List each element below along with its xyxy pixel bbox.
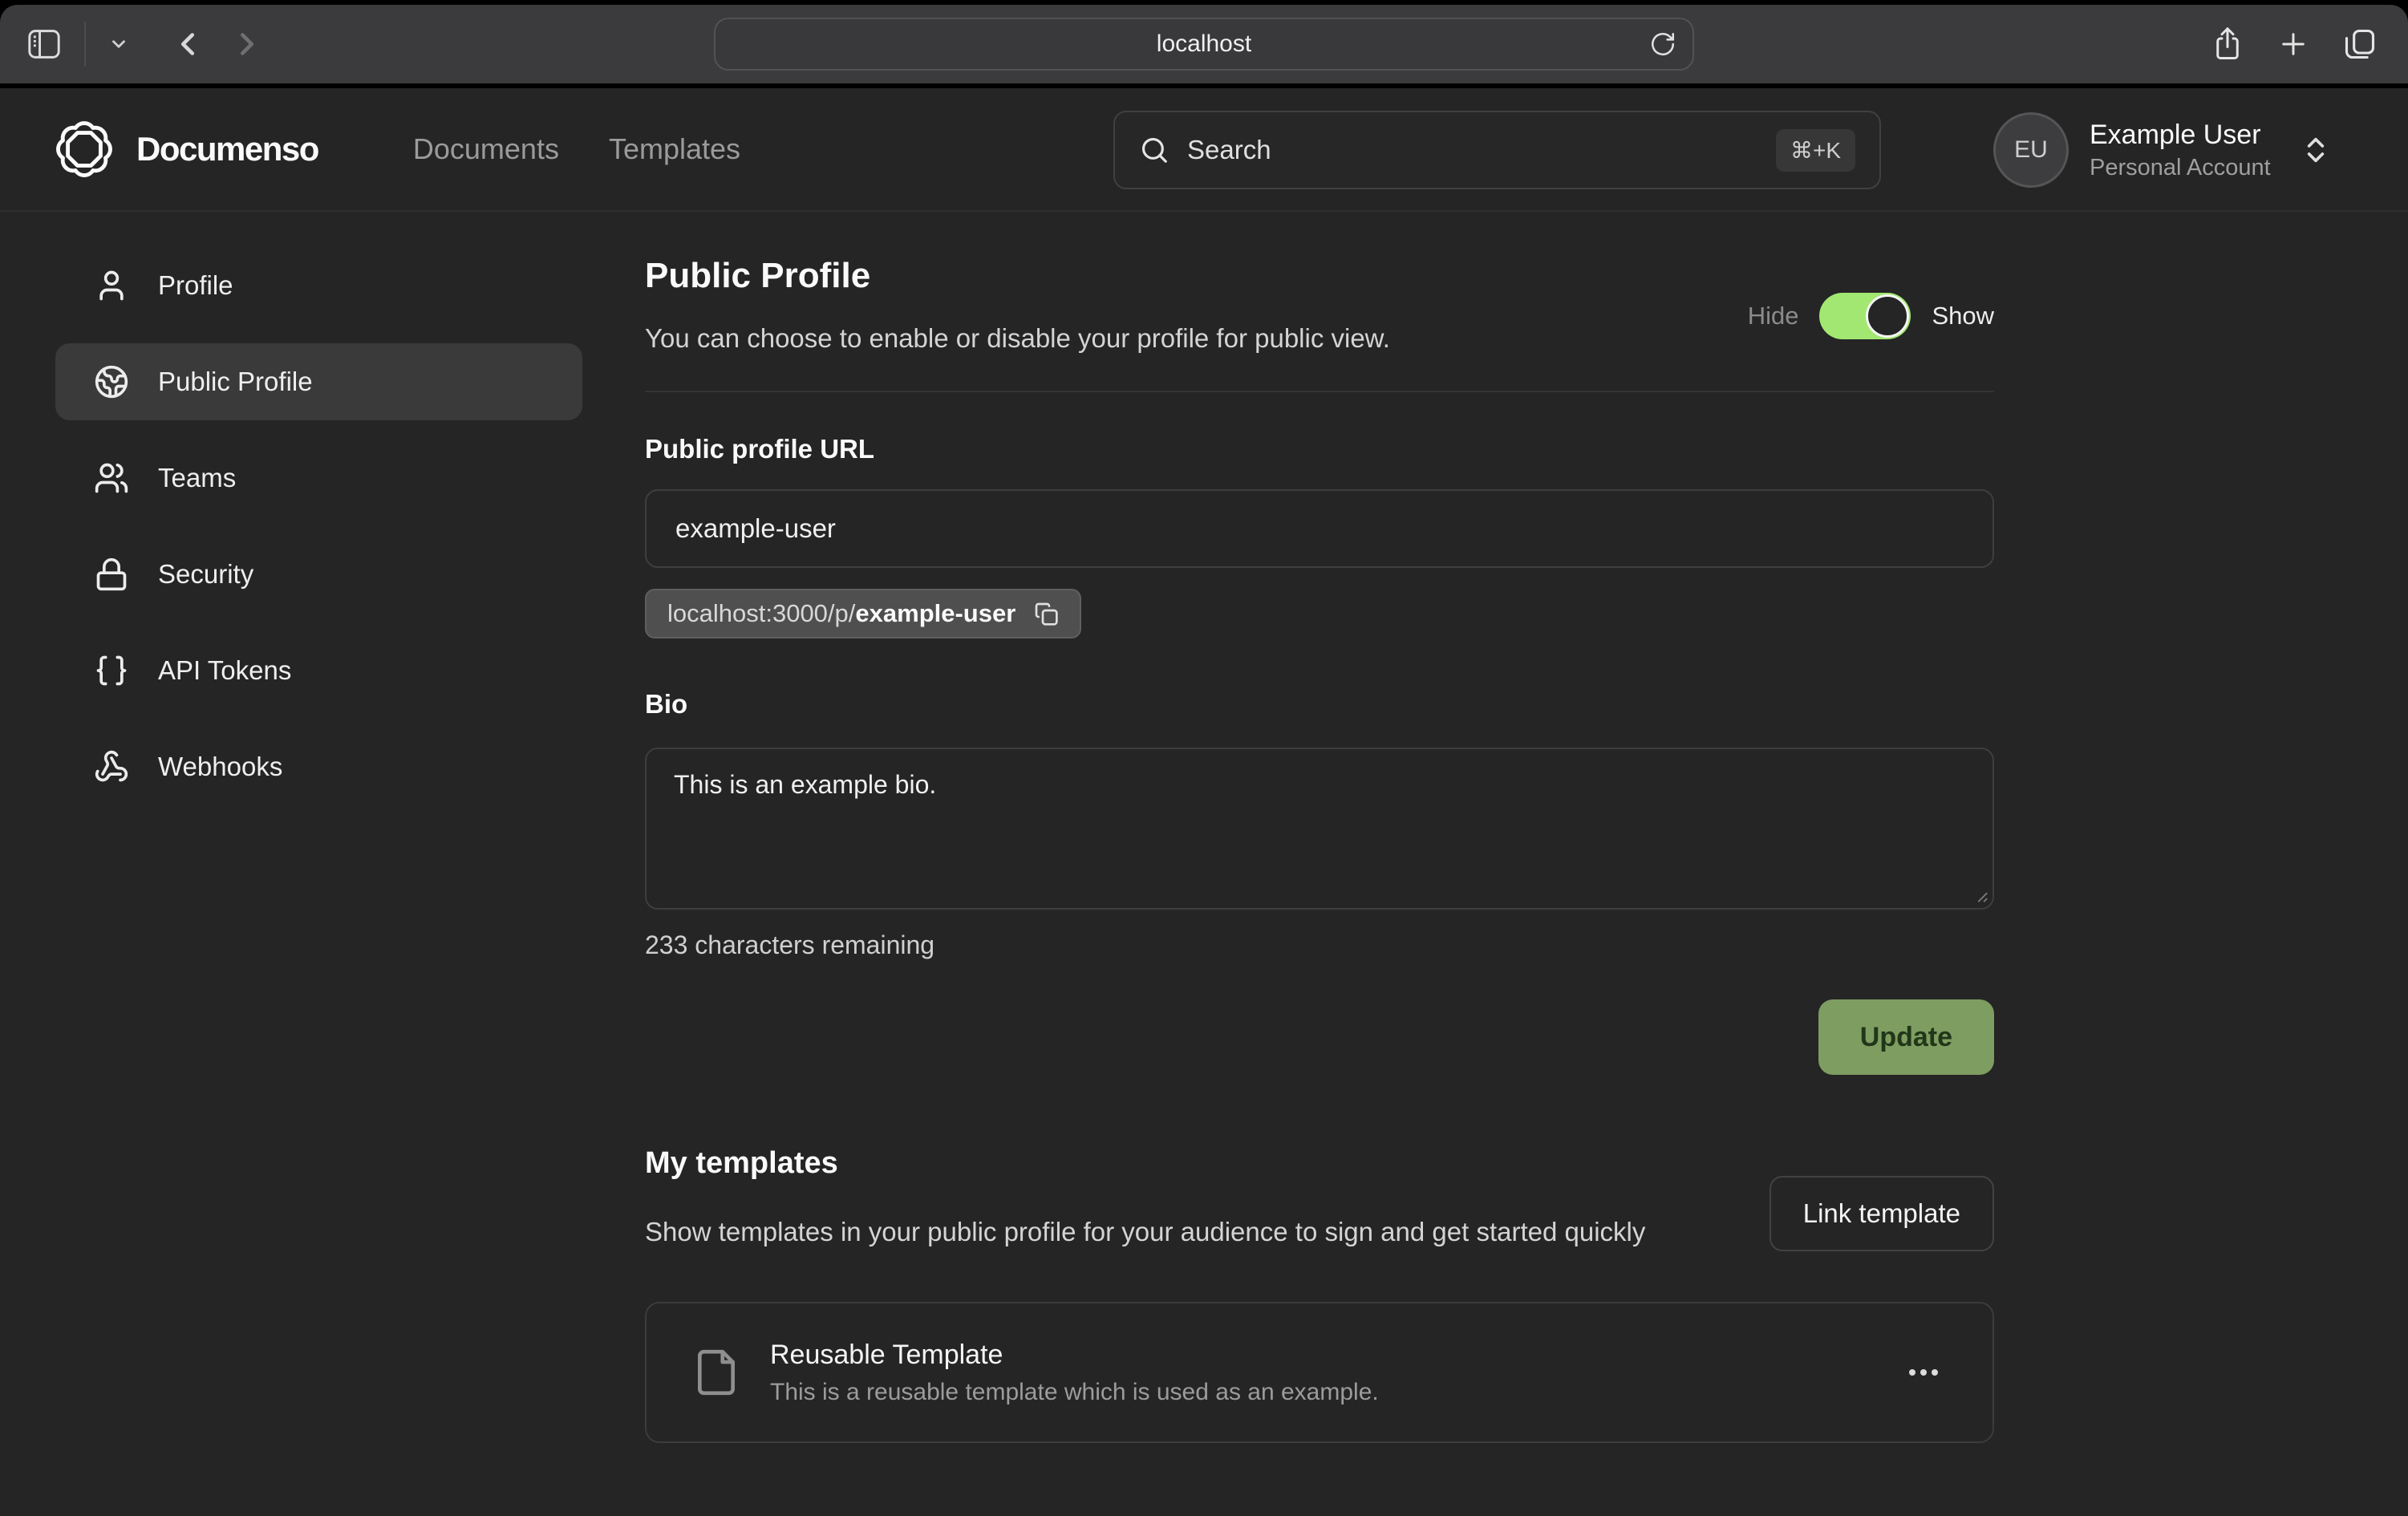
my-templates-title: My templates [645, 1146, 1752, 1181]
braces-icon [94, 653, 129, 688]
template-info: Reusable Template This is a reusable tem… [770, 1340, 1871, 1406]
sidebar-item-teams[interactable]: Teams [55, 440, 582, 517]
lock-icon [94, 557, 129, 592]
profile-visibility-toggle[interactable] [1819, 293, 1911, 339]
search-icon [1139, 135, 1170, 165]
avatar: EU [1993, 112, 2069, 188]
chevron-right-icon [229, 26, 266, 63]
documenso-logo-icon [53, 118, 116, 180]
main-nav: Documents Templates [413, 132, 740, 166]
app-header: Documenso Documents Templates ⌘+K EU Exa… [0, 88, 2408, 212]
profile-url-input[interactable] [645, 489, 1994, 568]
characters-remaining: 233 characters remaining [645, 930, 1994, 960]
address-bar[interactable]: localhost [714, 18, 1694, 71]
sidebar-item-label: Teams [158, 463, 236, 493]
file-icon [691, 1348, 741, 1397]
sidebar-item-public-profile[interactable]: Public Profile [55, 343, 582, 420]
chevrons-up-down-icon [2300, 134, 2332, 166]
toolbar-divider [84, 22, 86, 67]
user-name: Example User [2090, 117, 2271, 152]
bio-label: Bio [645, 689, 1994, 719]
sidebar-toggle-button[interactable] [26, 28, 62, 60]
reload-icon [1649, 30, 1676, 58]
sidebar-item-label: Security [158, 559, 253, 590]
profile-url-preview: localhost:3000/p/example-user [667, 599, 1015, 628]
sidebar-menu-button[interactable] [108, 34, 129, 55]
template-name: Reusable Template [770, 1340, 1871, 1371]
chevron-left-icon [169, 26, 206, 63]
sidebar-item-profile[interactable]: Profile [55, 247, 582, 324]
page-description: You can choose to enable or disable your… [645, 323, 1390, 354]
chevron-down-icon [108, 34, 129, 55]
reload-button[interactable] [1649, 30, 1676, 58]
search-input[interactable] [1187, 135, 1758, 165]
user-menu[interactable]: EU Example User Personal Account [1993, 88, 2332, 212]
tabs-icon [2342, 26, 2378, 62]
sidebar-item-label: Profile [158, 270, 233, 301]
sidebar-item-security[interactable]: Security [55, 536, 582, 613]
forward-button[interactable] [229, 26, 266, 63]
public-profile-settings: Public Profile You can choose to enable … [582, 212, 2408, 1443]
toggle-hide-label: Hide [1748, 302, 1799, 330]
browser-toolbar: localhost [0, 5, 2408, 83]
template-card: Reusable Template This is a reusable tem… [645, 1302, 1994, 1443]
brand-name: Documenso [136, 130, 318, 168]
sidebar-item-label: Public Profile [158, 367, 313, 397]
profile-url-label: Public profile URL [645, 434, 1994, 464]
toggle-thumb [1866, 294, 1909, 338]
settings-sidebar: Profile Public Profile Teams Security [0, 212, 582, 1443]
nav-documents[interactable]: Documents [413, 132, 559, 166]
globe-icon [94, 364, 129, 399]
brand[interactable]: Documenso [53, 118, 318, 180]
share-button[interactable] [2211, 26, 2244, 63]
user-info: Example User Personal Account [2090, 117, 2271, 183]
ellipsis-icon [1904, 1353, 1943, 1392]
my-templates-description: Show templates in your public profile fo… [645, 1211, 1752, 1252]
users-icon [94, 460, 129, 496]
page-title: Public Profile [645, 256, 1390, 296]
template-description: This is a reusable template which is use… [770, 1379, 1871, 1406]
back-button[interactable] [169, 26, 206, 63]
sidebar-item-api-tokens[interactable]: API Tokens [55, 632, 582, 709]
sidebar-toggle-icon [26, 28, 62, 60]
search-box[interactable]: ⌘+K [1113, 111, 1881, 189]
update-button[interactable]: Update [1818, 999, 1994, 1075]
new-tab-button[interactable] [2276, 27, 2310, 61]
link-template-button[interactable]: Link template [1770, 1176, 1994, 1251]
tab-overview-button[interactable] [2342, 26, 2378, 62]
template-options-button[interactable] [1899, 1353, 1948, 1392]
share-icon [2211, 26, 2244, 63]
sidebar-item-webhooks[interactable]: Webhooks [55, 728, 582, 805]
section-divider [645, 391, 1994, 392]
user-icon [94, 268, 129, 303]
documenso-app: Documenso Documents Templates ⌘+K EU Exa… [0, 88, 2408, 1516]
visibility-toggle-row: Hide Show [1748, 278, 1994, 354]
user-account-type: Personal Account [2090, 152, 2271, 183]
toggle-show-label: Show [1932, 302, 1994, 330]
copy-icon [1033, 601, 1059, 626]
bio-textarea[interactable]: This is an example bio. [645, 748, 1994, 910]
nav-templates[interactable]: Templates [609, 132, 740, 166]
address-bar-url: localhost [1157, 30, 1251, 58]
search-shortcut-badge: ⌘+K [1776, 129, 1855, 172]
sidebar-item-label: Webhooks [158, 752, 282, 782]
webhook-icon [94, 749, 129, 784]
copy-profile-url-button[interactable]: localhost:3000/p/example-user [645, 589, 1081, 638]
sidebar-item-label: API Tokens [158, 655, 291, 686]
plus-icon [2276, 27, 2310, 61]
